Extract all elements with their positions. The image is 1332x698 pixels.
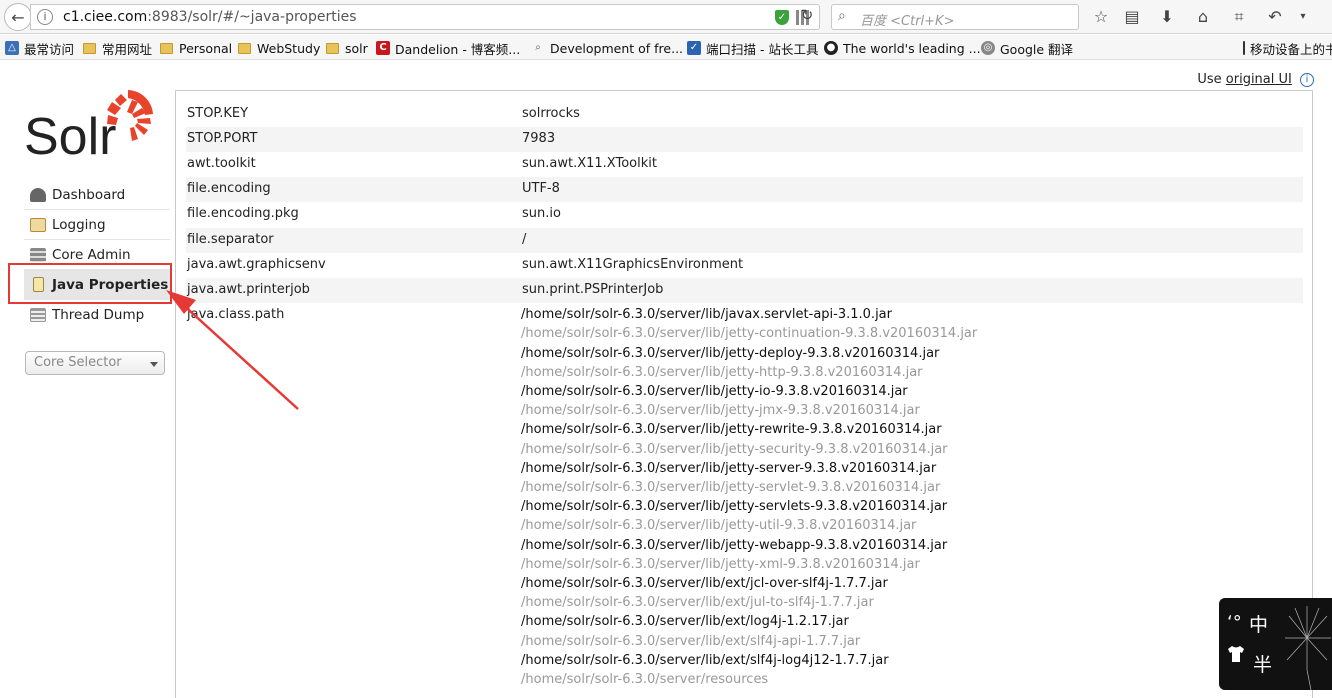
property-row: awt.toolkit sun.awt.X11.XToolkit <box>187 156 657 171</box>
annotation-highlight-box <box>8 263 172 304</box>
ime-punct: ʻ° <box>1227 612 1242 633</box>
property-row: file.separator / <box>186 228 1303 253</box>
classpath-entry: /home/solr/solr-6.3.0/server/lib/ext/slf… <box>521 634 861 649</box>
search-bar[interactable]: ⌕ 百度 <Ctrl+K> <box>831 4 1079 30</box>
classpath-entry: /home/solr/solr-6.3.0/server/lib/jetty-s… <box>521 480 941 495</box>
bookmark-github[interactable]: ● The world's leading ... <box>824 39 981 57</box>
bookmark-mobile[interactable]: 移动设备上的书 <box>1243 39 1332 57</box>
csdn-icon: C <box>376 41 390 55</box>
folder-icon <box>326 42 339 54</box>
bookmark-folder[interactable]: 常用网址 <box>83 39 152 57</box>
core-admin-icon <box>30 247 46 262</box>
logging-icon <box>30 217 46 232</box>
search-placeholder: 百度 <Ctrl+K> <box>860 14 955 29</box>
bookmark-most-visited[interactable]: △ 最常访问 <box>5 39 74 57</box>
classpath-entry: /home/solr/solr-6.3.0/server/lib/jetty-u… <box>521 518 917 533</box>
folder-icon <box>160 42 173 54</box>
classpath-entry: /home/solr/solr-6.3.0/server/lib/jetty-w… <box>521 538 948 553</box>
classpath-entry: /home/solr/solr-6.3.0/server/lib/ext/log… <box>521 614 849 629</box>
bookmarks-bar: △ 最常访问 常用网址 Personal WebStudy solr C Dande… <box>0 35 1332 60</box>
sidebar-nav: Dashboard Logging Core Admin Java Proper… <box>24 180 170 330</box>
dandelion-icon <box>1285 606 1331 690</box>
classpath-entry: /home/solr/solr-6.3.0/server/lib/ext/jul… <box>521 595 874 610</box>
url-text[interactable]: c1.ciee.com:8983/solr/#/~java-properties <box>63 9 357 25</box>
classpath-entry: /home/solr/solr-6.3.0/server/lib/ext/jcl… <box>521 576 888 591</box>
sidebar-item-thread-dump[interactable]: Thread Dump <box>24 300 170 330</box>
sidebar-item-logging[interactable]: Logging <box>24 210 170 240</box>
use-original-ui: Use original UI i <box>1197 72 1314 87</box>
back-button[interactable]: ← <box>4 3 32 31</box>
classpath-entry: /home/solr/solr-6.3.0/server/resources <box>521 672 769 687</box>
solr-logo-text: Solr <box>24 108 116 160</box>
property-row: file.encoding.pkg sun.io <box>187 206 561 221</box>
folder-icon <box>238 42 251 54</box>
search-icon: ⌕ <box>838 8 846 24</box>
property-row: file.encoding UTF-8 <box>186 177 1303 202</box>
chinaz-icon: ✓ <box>687 41 701 55</box>
dashboard-icon <box>30 187 46 202</box>
property-row: java.awt.printerjob sun.print.PSPrinterJo… <box>186 278 1303 303</box>
download-icon[interactable]: ⬇ <box>1156 6 1178 28</box>
bookmark-development[interactable]: ⌕ Development of fre... <box>531 39 683 57</box>
bookmark-folder[interactable]: solr <box>326 39 368 57</box>
property-row: java.awt.graphicsenv sun.awt.X11GraphicsE… <box>187 257 744 272</box>
reading-list-icon[interactable]: ▤ <box>1121 6 1143 28</box>
classpath-entry: /home/solr/solr-6.3.0/server/lib/jetty-s… <box>521 461 937 476</box>
crop-screenshot-icon[interactable]: ⌗ <box>1228 6 1250 28</box>
folder-icon <box>83 42 96 54</box>
ime-ban: 半 <box>1253 654 1273 676</box>
magnifier-icon: ⌕ <box>535 42 541 53</box>
url-bar[interactable]: i c1.ciee.com:8983/solr/#/~java-properti… <box>30 4 820 30</box>
classpath-entry: /home/solr/solr-6.3.0/server/lib/jetty-r… <box>521 422 942 437</box>
browser-toolbar: ← i c1.ciee.com:8983/solr/#/~java-proper… <box>0 0 1332 34</box>
tshirt-icon <box>1228 646 1244 662</box>
classpath-entry: /home/solr/solr-6.3.0/server/lib/jetty-j… <box>521 403 920 418</box>
bookmark-folder[interactable]: WebStudy <box>238 39 320 57</box>
classpath-entry: /home/solr/solr-6.3.0/server/lib/javax.s… <box>521 307 892 322</box>
home-icon[interactable]: ⌂ <box>1192 6 1214 28</box>
classpath-entry: /home/solr/solr-6.3.0/server/lib/jetty-c… <box>521 326 978 341</box>
classpath-entry: /home/solr/solr-6.3.0/server/lib/jetty-s… <box>521 442 948 457</box>
site-info-icon[interactable]: i <box>37 9 53 25</box>
property-row: STOP.KEY solrrocks <box>187 106 580 121</box>
classpath-entry: /home/solr/solr-6.3.0/server/lib/jetty-h… <box>521 365 923 380</box>
property-row: STOP.PORT 7983 <box>186 127 1303 152</box>
mobile-icon <box>1243 41 1245 55</box>
undo-icon[interactable]: ↶ <box>1264 6 1286 28</box>
bookmark-chinaz[interactable]: ✓ 端口扫描 - 站长工具 <box>687 39 818 57</box>
chevron-down-icon <box>150 362 158 367</box>
classpath-entry: /home/solr/solr-6.3.0/server/lib/ext/slf… <box>521 653 889 668</box>
reload-icon[interactable]: ↻ <box>796 4 818 26</box>
bookmark-google-translate[interactable]: ◎ Google 翻译 <box>981 39 1073 57</box>
bookmark-folder[interactable]: Personal <box>160 39 232 57</box>
github-icon: ● <box>824 41 838 55</box>
menu-dropdown-icon[interactable]: ▾ <box>1292 6 1314 28</box>
star-bookmark-icon[interactable]: ☆ <box>1090 6 1112 28</box>
back-arrow-icon: ← <box>11 7 25 27</box>
ime-zh: 中 <box>1249 614 1269 636</box>
help-icon[interactable]: i <box>1300 73 1314 87</box>
thread-dump-icon <box>30 308 46 322</box>
most-visited-icon: △ <box>5 41 19 55</box>
sidebar-item-dashboard[interactable]: Dashboard <box>24 180 170 210</box>
original-ui-link[interactable]: original UI <box>1226 72 1292 87</box>
classpath-entry: /home/solr/solr-6.3.0/server/lib/jetty-x… <box>521 557 920 572</box>
core-selector[interactable]: Core Selector <box>25 351 165 375</box>
classpath-entry: /home/solr/solr-6.3.0/server/lib/jetty-s… <box>521 499 948 514</box>
classpath-entry: /home/solr/solr-6.3.0/server/lib/jetty-d… <box>521 346 940 361</box>
security-shield-icon[interactable]: ✓ <box>775 10 789 25</box>
bookmark-csdn[interactable]: C Dandelion - 博客频... <box>376 39 520 57</box>
solr-logo[interactable]: Solr <box>24 88 159 160</box>
globe-icon: ◎ <box>981 41 995 55</box>
ime-status-overlay[interactable]: ʻ° 中 半 <box>1219 598 1332 690</box>
classpath-entry: /home/solr/solr-6.3.0/server/lib/jetty-i… <box>521 384 908 399</box>
